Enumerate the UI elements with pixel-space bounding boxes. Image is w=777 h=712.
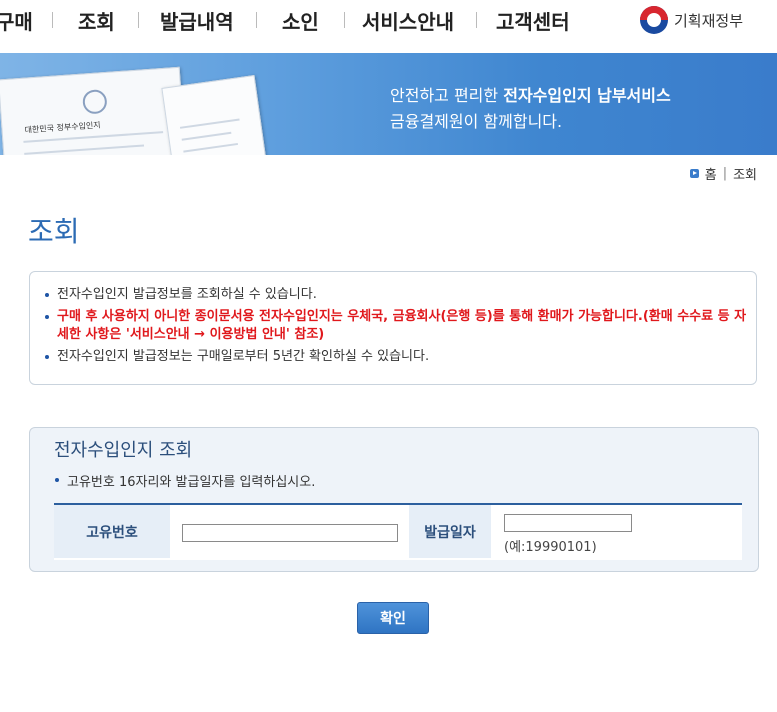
ministry-logo[interactable]: 기획재정부 [640, 6, 743, 34]
stamp-document-illustration: 대한민국 정부수입인지 [0, 66, 188, 155]
inquiry-form: 전자수입인지 조회 고유번호 16자리와 발급일자를 입력하십시오. 고유번호 … [29, 427, 759, 572]
notice-box: 전자수입인지 발급정보를 조회하실 수 있습니다. 구매 후 사용하지 아니한 … [29, 271, 757, 385]
breadcrumb-separator: | [722, 166, 728, 181]
logo-text: 기획재정부 [674, 11, 744, 30]
breadcrumb-current: 조회 [733, 168, 757, 183]
nav-item-customer-center[interactable]: 고객센터 [496, 6, 570, 35]
banner-slogan: 안전하고 편리한 전자수입인지 납부서비스 금융결제원이 함께합니다. [390, 83, 671, 135]
nav-item-service-guide[interactable]: 서비스안내 [362, 6, 454, 35]
hero-banner: 대한민국 정부수입인지 안전하고 편리한 전자수입인지 납부서비스 금융결제원이… [0, 53, 777, 155]
nav-item-inquiry[interactable]: 조회 [78, 6, 115, 35]
nav-item-purchase[interactable]: 구매 [0, 6, 33, 35]
emblem-icon [82, 88, 108, 115]
confirm-button[interactable]: 확인 [357, 602, 429, 634]
page-title: 조회 [28, 215, 80, 248]
form-table: 고유번호 발급일자 (예:19990101) [54, 503, 742, 560]
top-nav: 구매 조회 발급내역 소인 서비스안내 고객센터 기획재정부 [0, 0, 777, 52]
arrow-icon [689, 169, 699, 178]
nav-item-issuance[interactable]: 발급내역 [160, 6, 234, 35]
nav-divider [256, 12, 257, 28]
issue-date-hint: (예:19990101) [504, 540, 597, 555]
breadcrumb-home[interactable]: 홈 [705, 164, 717, 183]
nav-item-cancel-stamp[interactable]: 소인 [282, 6, 319, 35]
document-title: 대한민국 정부수입인지 [24, 120, 101, 135]
serial-number-input[interactable] [182, 524, 398, 542]
nav-divider [476, 12, 477, 28]
nav-divider [344, 12, 345, 28]
serial-number-label: 고유번호 [54, 505, 170, 558]
stamp-document-illustration [161, 74, 269, 155]
breadcrumb: 홈 | 조회 [689, 164, 757, 183]
taegeuk-emblem-icon [640, 6, 668, 34]
nav-divider [138, 12, 139, 28]
notice-item: 전자수입인지 발급정보를 조회하실 수 있습니다. [44, 286, 752, 304]
notice-item: 전자수입인지 발급정보는 구매일로부터 5년간 확인하실 수 있습니다. [44, 348, 752, 366]
issue-date-label: 발급일자 [409, 505, 491, 558]
nav-divider [52, 12, 53, 28]
form-description: 고유번호 16자리와 발급일자를 입력하십시오. [54, 471, 315, 490]
notice-warning: 구매 후 사용하지 아니한 종이문서용 전자수입인지는 우체국, 금융회사(은행… [44, 308, 752, 344]
banner-subtitle: 금융결제원이 함께합니다. [390, 112, 563, 131]
issue-date-input[interactable] [504, 514, 632, 532]
notice-list: 전자수입인지 발급정보를 조회하실 수 있습니다. 구매 후 사용하지 아니한 … [44, 286, 752, 370]
banner-highlight: 전자수입인지 납부서비스 [503, 86, 671, 105]
form-title: 전자수입인지 조회 [54, 440, 193, 461]
